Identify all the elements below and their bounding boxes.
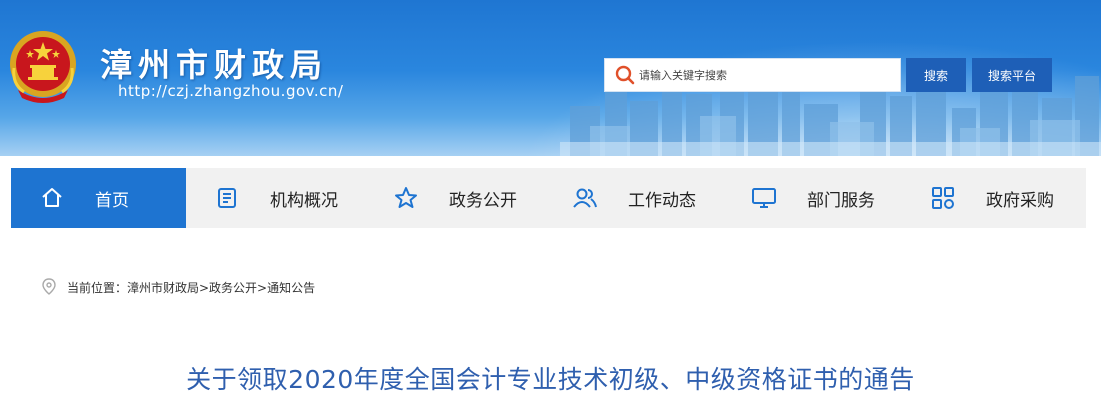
nav-item-government-affairs[interactable]: 政务公开 [365,168,544,228]
nav-item-work-news[interactable]: 工作动态 [544,168,723,228]
main-nav: 首页 机构概况 政务公开 工作动态 部门服务 政府采购 [11,168,1086,228]
nav-item-label: 政务公开 [449,190,517,211]
site-url: http://czj.zhangzhou.gov.cn/ [118,82,344,100]
header-banner: 漳州市财政局 http://czj.zhangzhou.gov.cn/ 搜索 搜… [0,0,1101,156]
search-input[interactable] [636,60,886,90]
search-icon [615,65,635,85]
national-emblem-icon [10,31,76,103]
search-box [604,58,901,92]
nav-item-procurement[interactable]: 政府采购 [902,168,1081,228]
breadcrumb: 当前位置：漳州市财政局>政务公开>通知公告 [41,278,315,296]
monitor-icon [751,185,777,211]
nav-item-label: 工作动态 [628,190,696,211]
grid-icon [930,185,956,211]
site-title: 漳州市财政局 [100,46,329,84]
document-icon [214,185,240,211]
home-icon [39,185,65,211]
search-button[interactable]: 搜索 [906,58,966,92]
breadcrumb-text: 当前位置：漳州市财政局>政务公开>通知公告 [67,280,316,295]
nav-item-department-services[interactable]: 部门服务 [723,168,902,228]
users-icon [572,185,598,211]
nav-item-label: 部门服务 [807,190,875,211]
search-platform-button[interactable]: 搜索平台 [972,58,1052,92]
nav-item-label: 政府采购 [986,190,1054,211]
nav-item-label: 机构概况 [270,190,338,211]
nav-item-organization[interactable]: 机构概况 [186,168,365,228]
article-title: 关于领取2020年度全国会计专业技术初级、中级资格证书的通告 [186,365,915,394]
location-pin-icon [42,278,56,295]
nav-item-label: 首页 [95,190,129,211]
nav-item-home[interactable]: 首页 [11,168,186,228]
star-icon [393,185,419,211]
